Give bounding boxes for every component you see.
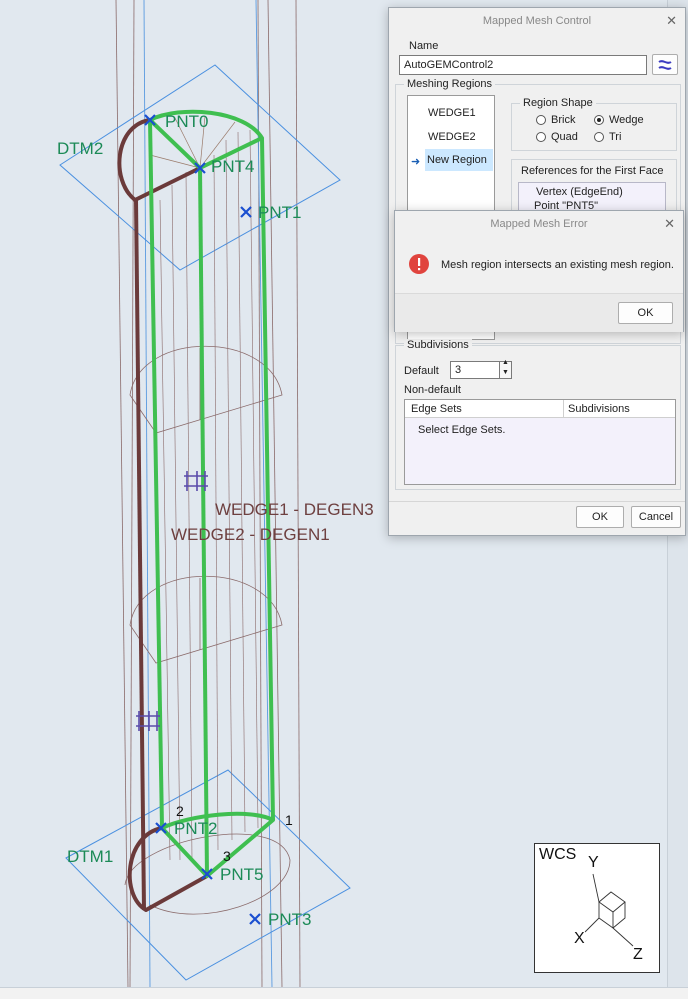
default-subdivisions-field[interactable]: 3 [450, 361, 500, 379]
current-region-arrow-icon: ➜ [411, 156, 421, 168]
select-name-button[interactable] [652, 54, 678, 75]
edge-sets-table[interactable]: Edge Sets Subdivisions Select Edge Sets. [404, 399, 676, 485]
list-item[interactable]: WEDGE1 [426, 102, 476, 124]
ok-button[interactable]: OK [576, 506, 624, 528]
name-label: Name [409, 40, 439, 52]
horizontal-scrollbar[interactable] [0, 987, 688, 999]
name-group: Name AutoGEMControl2 [395, 40, 681, 75]
region-shape-label: Region Shape [520, 97, 596, 109]
radio-selected-icon [594, 115, 604, 125]
region-label-wedge1: WEDGE1 - DEGEN3 [215, 500, 374, 519]
list-item[interactable]: WEDGE2 [426, 126, 476, 148]
column-header-edge-sets[interactable]: Edge Sets [411, 403, 462, 415]
list-item[interactable]: Vertex (EdgeEnd) [536, 186, 623, 198]
subdivisions-label: Subdivisions [404, 339, 472, 351]
subdivisions-group: Subdivisions Default 3 ▲ ▼ Non-default E… [395, 339, 681, 490]
select-icon [658, 60, 672, 70]
error-dialog-titlebar[interactable]: Mapped Mesh Error ✕ [395, 211, 683, 237]
region-label-wedge2: WEDGE2 - DEGEN1 [171, 525, 330, 544]
wcs-cube-icon [584, 873, 634, 947]
close-icon[interactable]: ✕ [666, 8, 677, 34]
radio-wedge[interactable]: Wedge [594, 114, 644, 126]
cancel-button[interactable]: Cancel [631, 506, 681, 528]
spinner-up-icon[interactable]: ▲ [502, 359, 509, 366]
spinner-buttons[interactable]: ▲ ▼ [499, 359, 512, 379]
point-label-pnt5: PNT5 [220, 865, 264, 884]
footer-divider [389, 501, 685, 502]
table-header: Edge Sets Subdivisions [405, 400, 675, 418]
column-divider [563, 400, 564, 418]
edge-number-1: 1 [285, 812, 293, 828]
error-message: Mesh region intersects an existing mesh … [441, 259, 674, 271]
radio-quad[interactable]: Quad [536, 131, 578, 143]
radio-brick[interactable]: Brick [536, 114, 575, 126]
list-item[interactable]: New Region [425, 149, 493, 171]
mesh-dialog-title: Mapped Mesh Control [482, 15, 592, 27]
references-label: References for the First Face [521, 165, 664, 177]
point-label-pnt2: PNT2 [174, 819, 218, 838]
name-field[interactable]: AutoGEMControl2 [399, 55, 647, 75]
radio-icon [594, 132, 604, 142]
datum-label-dtm2: DTM2 [57, 139, 104, 158]
point-label-pnt4: PNT4 [211, 157, 255, 176]
spinner-down-icon[interactable]: ▼ [502, 369, 509, 376]
datum-label-dtm1: DTM1 [67, 847, 114, 866]
error-icon [409, 254, 429, 274]
point-label-pnt1: PNT1 [258, 203, 302, 222]
region-shape-group: Region Shape Brick Wedge Quad Tri [511, 97, 677, 151]
edge-number-2: 2 [176, 803, 184, 819]
meshing-regions-label: Meshing Regions [404, 78, 495, 90]
mesh-dialog-titlebar[interactable]: Mapped Mesh Control ✕ [389, 8, 685, 34]
radio-tri[interactable]: Tri [594, 131, 621, 143]
mapped-mesh-error-dialog: Mapped Mesh Error ✕ Mesh region intersec… [394, 210, 684, 332]
error-dialog-title: Mapped Mesh Error [490, 218, 588, 230]
point-label-pnt0: PNT0 [165, 112, 209, 131]
point-label-pnt3: PNT3 [268, 910, 312, 929]
mesh-lines-body [159, 129, 259, 861]
radio-icon [536, 115, 546, 125]
column-header-subdivisions[interactable]: Subdivisions [568, 403, 630, 415]
close-icon[interactable]: ✕ [664, 211, 675, 237]
error-ok-button[interactable]: OK [618, 302, 673, 324]
wcs-triad: WCS Y X Z [534, 843, 660, 973]
default-label: Default [404, 365, 439, 377]
non-default-label: Non-default [404, 384, 461, 396]
table-placeholder: Select Edge Sets. [418, 424, 506, 436]
radio-icon [536, 132, 546, 142]
edge-number-3: 3 [223, 848, 231, 864]
